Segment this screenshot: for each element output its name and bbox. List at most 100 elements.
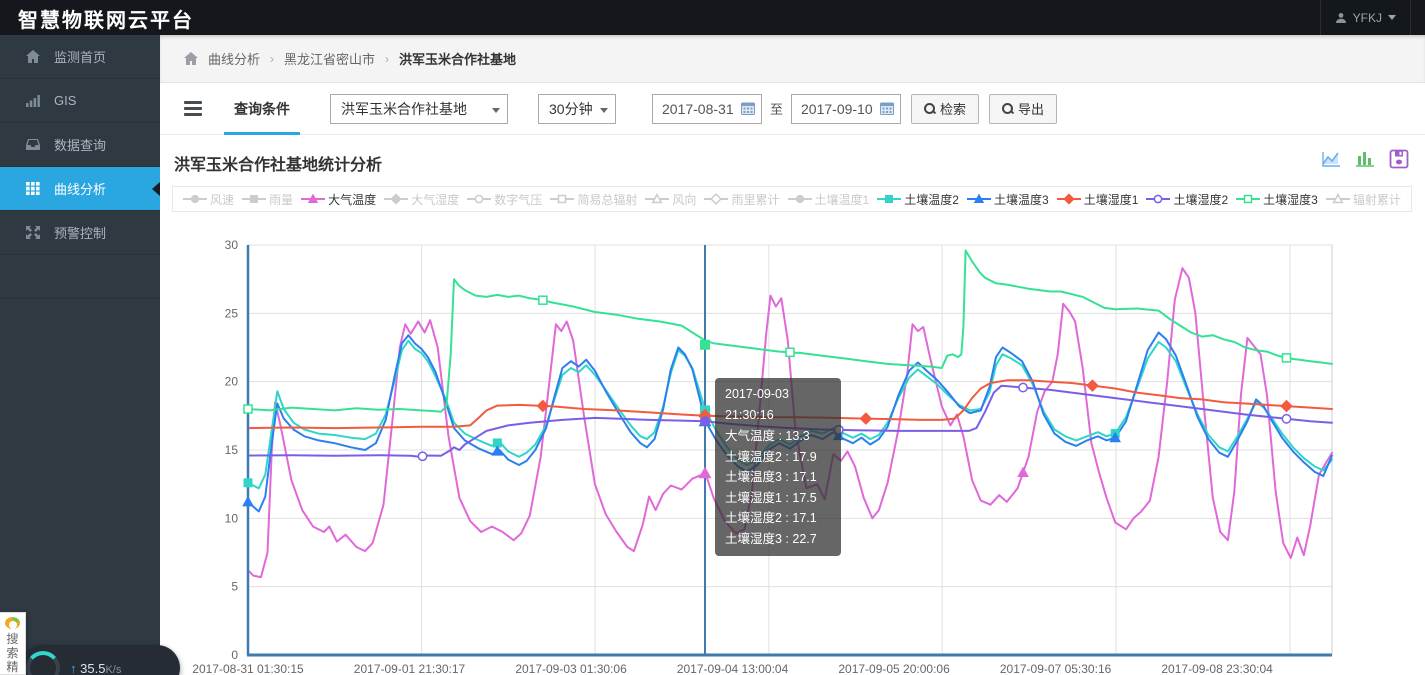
- home-icon: [26, 50, 40, 63]
- export-button[interactable]: 导出: [989, 93, 1058, 124]
- legend-label: 土壤湿度3: [1263, 192, 1318, 207]
- legend-label: 简易总辐射: [577, 192, 638, 207]
- line-chart-icon[interactable]: [1321, 149, 1342, 169]
- series-marker-土壤温度3: [242, 495, 254, 507]
- series-marker-土壤湿度3: [538, 295, 548, 305]
- sidebar-spacer: [0, 255, 160, 299]
- tab-query-conditions[interactable]: 查询条件: [224, 83, 300, 135]
- legend-marker-icon: [183, 194, 207, 204]
- legend-label: 辐射累计: [1352, 192, 1401, 207]
- sidebar-item-gis[interactable]: GIS: [0, 79, 160, 123]
- calendar-icon: [741, 102, 755, 115]
- chart-toolbox: [1321, 149, 1409, 169]
- search-assistant-label: 搜索精: [6, 632, 19, 674]
- interval-select[interactable]: 30分钟: [538, 93, 616, 124]
- date-to-value: 2017-09-10: [801, 100, 873, 117]
- arrows-icon: [26, 226, 40, 239]
- legend-marker-icon: [550, 194, 575, 204]
- sidebar-item-monitor-home[interactable]: 监测首页: [0, 35, 160, 79]
- legend-item-简易总辐射[interactable]: 简易总辐射: [550, 191, 637, 208]
- legend-marker-icon: [301, 193, 326, 203]
- series-marker-土壤湿度3: [1281, 353, 1292, 363]
- speed-unit: K/s: [105, 663, 122, 675]
- legend-marker-icon: [645, 193, 670, 204]
- legend-item-风向[interactable]: 风向: [645, 191, 696, 208]
- x-axis-label: 2017-08-31 01:30:15: [192, 662, 304, 675]
- legend-item-辐射累计[interactable]: 辐射累计: [1325, 191, 1401, 208]
- app-window: 智慧物联网云平台 YFKJ 监测首页 GIS 数据查询 曲线分析 预警控制 曲线…: [0, 0, 1425, 675]
- series-marker-土壤湿度3: [785, 347, 795, 358]
- legend-marker-icon: [1236, 194, 1261, 204]
- breadcrumb: 曲线分析 › 黑龙江省密山市 › 洪军玉米合作社基地: [160, 35, 1425, 83]
- legend-item-雨量[interactable]: 雨量: [242, 191, 293, 208]
- sidebar-item-label: 曲线分析: [54, 182, 107, 197]
- sidebar-item-alert-control[interactable]: 预警控制: [0, 211, 160, 255]
- legend-label: 土壤湿度2: [1173, 192, 1229, 207]
- search-assistant-tab[interactable]: 搜索精: [0, 612, 26, 675]
- legend-item-土壤湿度1[interactable]: 土壤湿度1: [1056, 191, 1139, 208]
- user-icon: [1335, 12, 1346, 23]
- user-name: YFKJ: [1352, 10, 1382, 25]
- hamburger-menu-icon[interactable]: [184, 101, 202, 116]
- date-from-input[interactable]: 2017-08-31: [652, 93, 762, 124]
- sidebar-item-label: 监测首页: [54, 50, 107, 65]
- legend-label: 大气温度: [328, 192, 377, 207]
- tab-label: 查询条件: [234, 100, 290, 117]
- legend-item-大气湿度[interactable]: 大气湿度: [384, 191, 459, 208]
- speed-value: 35.5: [80, 660, 106, 675]
- legend-marker-icon: [384, 193, 409, 205]
- chart-canvas: 0 5 10 15 20 25 30 2017-08-31 01:30:15 2017-09-0…: [192, 238, 1333, 675]
- legend-item-大气温度[interactable]: 大气温度: [301, 191, 376, 208]
- x-axis-label: 2017-09-05 20:00:06: [838, 662, 950, 675]
- series-marker-土壤温度2: [243, 478, 253, 488]
- legend-marker-icon: [1056, 193, 1081, 205]
- y-axis-label: 30: [225, 238, 239, 252]
- legend-label: 雨里累计: [731, 192, 780, 207]
- y-axis-label: 20: [225, 375, 239, 389]
- x-axis-label: 2017-09-08 23:30:04: [1161, 662, 1273, 675]
- query-toolbar: 查询条件 洪军玉米合作社基地 30分钟 2017-08-31 至 2017-09…: [160, 83, 1425, 135]
- legend-item-土壤温度1[interactable]: 土壤温度1: [787, 191, 869, 208]
- network-speed-widget[interactable]: ↑ 35.5K/s: [20, 645, 180, 675]
- x-axis-label: 2017-09-03 01:30:06: [515, 662, 627, 675]
- home-icon: [184, 52, 198, 65]
- upload-arrow-icon: ↑: [70, 660, 77, 675]
- legend-label: 土壤温度3: [993, 192, 1049, 207]
- legend-marker-icon: [1146, 194, 1171, 204]
- legend-label: 数字气压: [494, 192, 543, 207]
- bar-chart-icon[interactable]: [1355, 149, 1376, 169]
- sidebar-item-data-query[interactable]: 数据查询: [0, 123, 160, 167]
- signal-bars-icon: [26, 95, 40, 107]
- y-axis-label: 5: [231, 580, 238, 594]
- legend-item-数字气压[interactable]: 数字气压: [467, 191, 542, 208]
- x-axis-label: 2017-09-01 21:30:17: [354, 662, 466, 675]
- legend-marker-icon: [704, 193, 729, 205]
- breadcrumb-item[interactable]: 曲线分析: [208, 49, 260, 68]
- legend-item-雨里累计[interactable]: 雨里累计: [704, 191, 779, 208]
- sidebar-item-curve-analysis[interactable]: 曲线分析: [0, 167, 160, 211]
- top-header: 智慧物联网云平台 YFKJ: [0, 0, 1425, 35]
- legend-item-土壤温度3[interactable]: 土壤温度3: [966, 191, 1049, 208]
- legend-label: 土壤湿度1: [1083, 192, 1139, 207]
- legend-item-土壤温度2[interactable]: 土壤温度2: [877, 191, 959, 208]
- x-axis-label: 2017-09-07 05:30:16: [1000, 662, 1112, 675]
- pointer-marker-土壤湿度3: [700, 339, 711, 350]
- search-button[interactable]: 检索: [911, 93, 980, 124]
- series-marker-土壤湿度2: [1281, 413, 1292, 424]
- breadcrumb-item[interactable]: 黑龙江省密山市: [284, 49, 375, 68]
- user-menu[interactable]: YFKJ: [1319, 0, 1411, 35]
- legend-marker-icon: [1325, 193, 1350, 204]
- y-axis-label: 10: [225, 511, 239, 525]
- legend-marker-icon: [242, 195, 267, 203]
- chart-area[interactable]: 0 5 10 15 20 25 30 2017-08-31 01:30:15 2017-09-0…: [160, 215, 1425, 675]
- date-to-input[interactable]: 2017-09-10: [791, 93, 902, 124]
- save-image-icon[interactable]: [1389, 149, 1409, 169]
- site-select[interactable]: 洪军玉米合作社基地: [330, 93, 508, 124]
- breadcrumb-separator: ›: [385, 51, 390, 66]
- grid-icon: [26, 182, 40, 195]
- legend-item-土壤湿度3[interactable]: 土壤湿度3: [1236, 191, 1318, 208]
- legend-marker-icon: [966, 193, 991, 203]
- legend-item-风速[interactable]: 风速: [183, 191, 234, 208]
- legend-item-土壤湿度2[interactable]: 土壤湿度2: [1146, 191, 1228, 208]
- breadcrumb-separator: ›: [270, 51, 275, 66]
